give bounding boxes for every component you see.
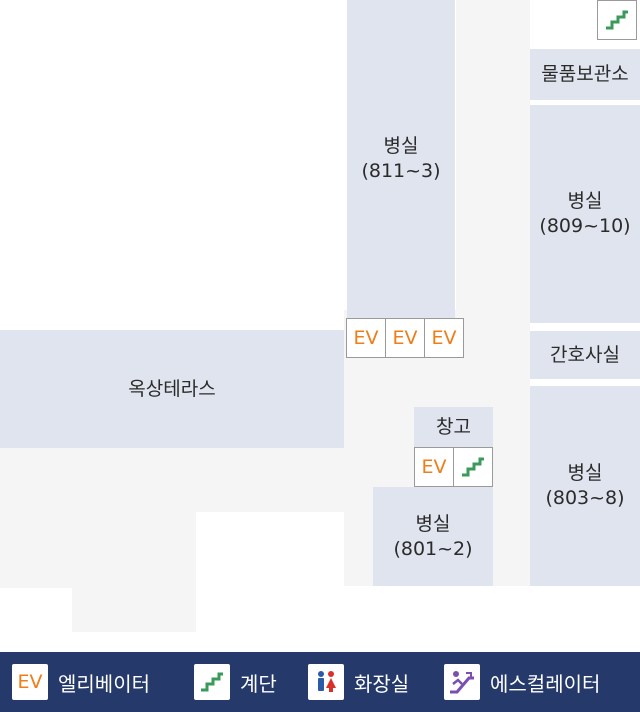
room-range: (803~8) bbox=[545, 487, 625, 509]
room-name: 물품보관소 bbox=[541, 63, 629, 85]
floor-map: 병실 (811~3) 물품보관소 병실 (809~10) 간호사실 병실 (80… bbox=[0, 0, 640, 652]
room-name: 창고 bbox=[436, 415, 471, 438]
elevator-marker[interactable]: EV bbox=[385, 318, 425, 358]
legend-escalator: 에스컬레이터 bbox=[444, 664, 600, 700]
room-name: 병실 bbox=[383, 135, 419, 157]
room-name: 병실 bbox=[567, 190, 603, 212]
room-name: 병실 bbox=[415, 512, 451, 535]
escalator-icon bbox=[444, 664, 480, 700]
room-warehouse[interactable]: 창고 bbox=[414, 407, 493, 447]
legend-restroom-label: 화장실 bbox=[354, 671, 410, 696]
room-ward-803[interactable]: 병실 (803~8) bbox=[530, 386, 640, 586]
room-rooftop-terrace[interactable]: 옥상테라스 bbox=[0, 330, 344, 448]
stairs-icon[interactable] bbox=[453, 447, 493, 487]
room-ward-801[interactable]: 병실 (801~2) bbox=[373, 487, 493, 586]
room-name: 옥상테라스 bbox=[128, 377, 216, 400]
elevator-marker[interactable]: EV bbox=[424, 318, 464, 358]
stairs-icon[interactable] bbox=[597, 0, 637, 40]
room-range: (801~2) bbox=[393, 537, 473, 560]
stairs-icon bbox=[194, 664, 230, 700]
floor-area bbox=[72, 588, 196, 632]
map-legend: EV 엘리베이터 계단 화장실 에스컬레이터 bbox=[0, 652, 640, 712]
elevator-icon-text: EV bbox=[17, 671, 43, 693]
elevator-marker[interactable]: EV bbox=[346, 318, 386, 358]
legend-escalator-label: 에스컬레이터 bbox=[490, 671, 601, 696]
legend-elevator-label: 엘리베이터 bbox=[58, 671, 150, 696]
legend-restroom: 화장실 bbox=[308, 664, 409, 700]
room-nurse-station[interactable]: 간호사실 bbox=[530, 331, 640, 379]
legend-elevator: EV 엘리베이터 bbox=[12, 664, 150, 700]
room-range: (811~3) bbox=[361, 160, 441, 182]
room-range: (809~10) bbox=[539, 215, 631, 237]
legend-stairs: 계단 bbox=[194, 664, 277, 700]
room-ward-809[interactable]: 병실 (809~10) bbox=[530, 105, 640, 323]
room-name: 간호사실 bbox=[550, 343, 620, 366]
floor-area bbox=[0, 512, 196, 588]
room-storage-items[interactable]: 물품보관소 bbox=[530, 49, 640, 100]
restroom-icon bbox=[308, 664, 344, 700]
elevator-icon: EV bbox=[12, 664, 48, 700]
room-name: 병실 bbox=[567, 462, 603, 484]
elevator-marker[interactable]: EV bbox=[414, 447, 454, 487]
legend-stairs-label: 계단 bbox=[240, 671, 277, 696]
room-ward-811[interactable]: 병실 (811~3) bbox=[347, 0, 455, 318]
floor-area bbox=[0, 448, 372, 512]
